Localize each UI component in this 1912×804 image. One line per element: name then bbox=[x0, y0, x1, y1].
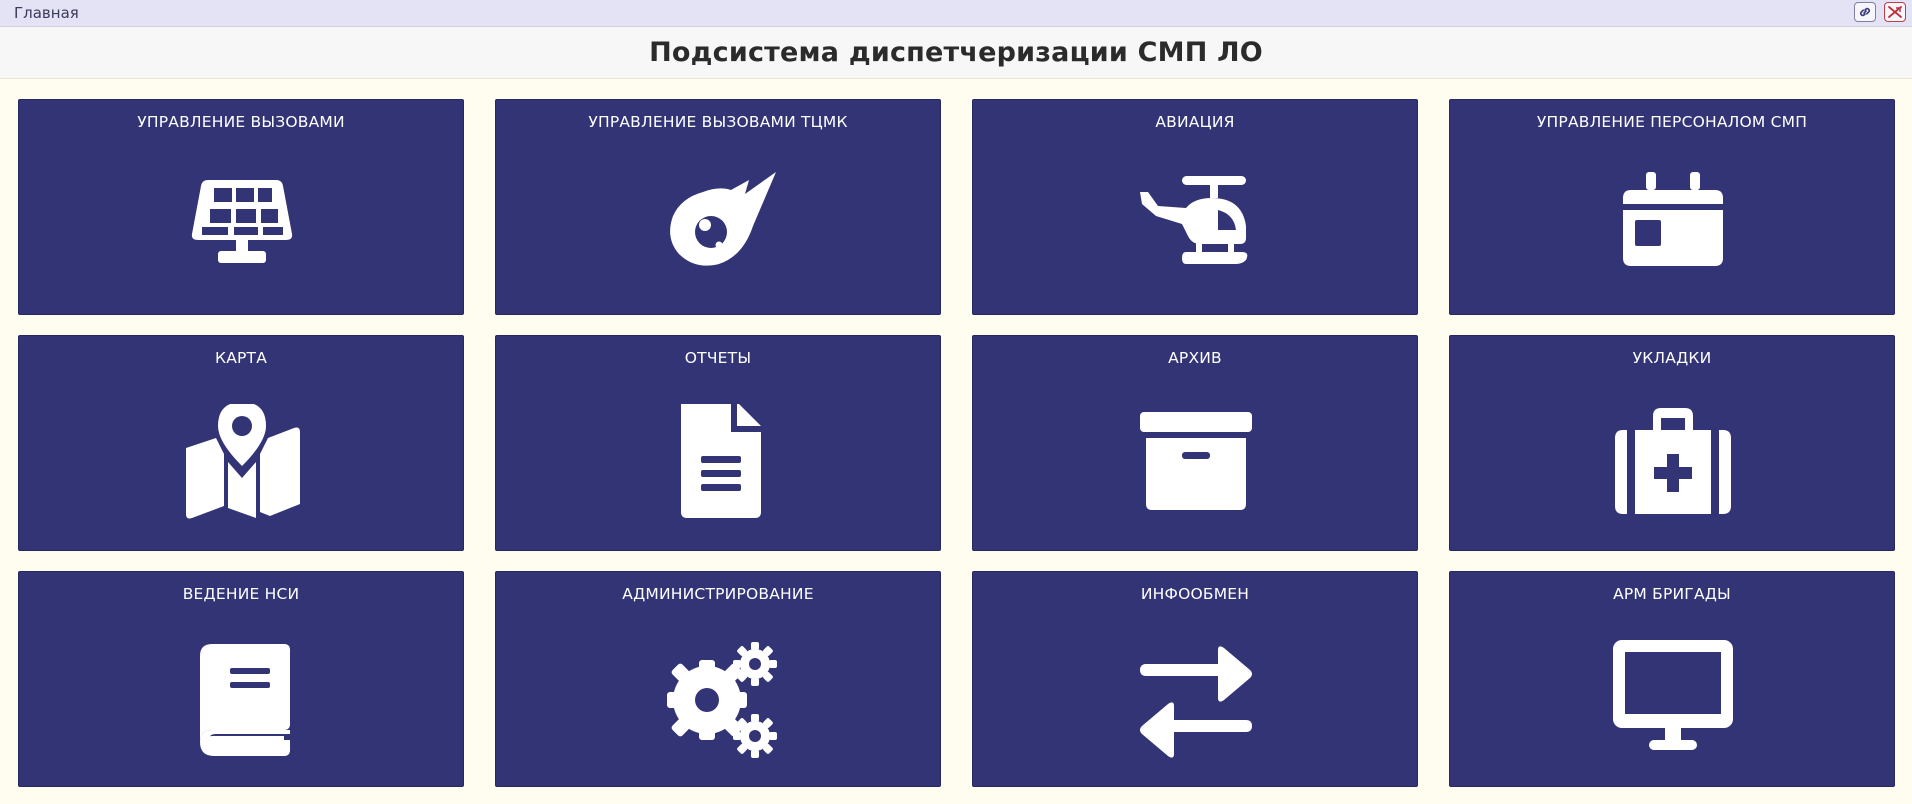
gears-icon bbox=[667, 642, 777, 758]
tile-label: УКЛАДКИ bbox=[1632, 349, 1712, 367]
meteor-icon bbox=[670, 172, 776, 266]
box-archive-icon bbox=[1140, 412, 1252, 510]
map-location-icon bbox=[186, 404, 300, 519]
tile-crew-workstation[interactable]: АРМ БРИГАДЫ bbox=[1449, 571, 1895, 787]
desktop-icon bbox=[1613, 640, 1733, 750]
medical-kit-icon bbox=[1615, 408, 1731, 514]
tile-kits[interactable]: УКЛАДКИ bbox=[1449, 335, 1895, 551]
right-left-arrows-icon bbox=[1140, 646, 1252, 758]
tile-label: УПРАВЛЕНИЕ ВЫЗОВАМИ bbox=[137, 113, 345, 131]
tile-call-management[interactable]: УПРАВЛЕНИЕ ВЫЗОВАМИ bbox=[18, 99, 464, 315]
exit-button[interactable] bbox=[1884, 2, 1906, 22]
link-button[interactable] bbox=[1854, 2, 1876, 22]
tile-map[interactable]: КАРТА bbox=[18, 335, 464, 551]
tile-reports[interactable]: ОТЧЕТЫ bbox=[495, 335, 941, 551]
page-title: Подсистема диспетчеризации СМП ЛО bbox=[649, 37, 1263, 68]
tile-label: ИНФООБМЕН bbox=[1140, 585, 1250, 603]
tile-info-exchange[interactable]: ИНФООБМЕН bbox=[972, 571, 1418, 787]
tile-label: АРМ БРИГАДЫ bbox=[1613, 585, 1731, 603]
tile-administration[interactable]: АДМИНИСТРИРОВАНИЕ bbox=[495, 571, 941, 787]
tile-tcmk-calls[interactable]: УПРАВЛЕНИЕ ВЫЗОВАМИ ТЦМК bbox=[495, 99, 941, 315]
tile-label: АДМИНИСТРИРОВАНИЕ bbox=[622, 585, 814, 603]
tile-aviation[interactable]: АВИАЦИЯ bbox=[972, 99, 1418, 315]
tile-label: УПРАВЛЕНИЕ ПЕРСОНАЛОМ СМП bbox=[1536, 113, 1808, 131]
solar-panel-icon bbox=[191, 180, 293, 263]
file-lines-icon bbox=[681, 404, 761, 518]
tile-reference-data[interactable]: ВЕДЕНИЕ НСИ bbox=[18, 571, 464, 787]
page-header: Подсистема диспетчеризации СМП ЛО bbox=[0, 27, 1912, 79]
tile-label: АВИАЦИЯ bbox=[1155, 113, 1235, 131]
tile-label: УПРАВЛЕНИЕ ВЫЗОВАМИ ТЦМК bbox=[588, 113, 848, 131]
calendar-day-icon bbox=[1623, 172, 1723, 266]
tile-label: ОТЧЕТЫ bbox=[684, 349, 752, 367]
book-icon bbox=[200, 644, 290, 756]
tile-label: ВЕДЕНИЕ НСИ bbox=[182, 585, 300, 603]
helicopter-icon bbox=[1140, 176, 1248, 264]
exit-icon bbox=[1888, 6, 1902, 18]
tile-staff-management[interactable]: УПРАВЛЕНИЕ ПЕРСОНАЛОМ СМП bbox=[1449, 99, 1895, 315]
breadcrumb[interactable]: Главная bbox=[14, 4, 79, 22]
tile-archive[interactable]: АРХИВ bbox=[972, 335, 1418, 551]
tile-label: АРХИВ bbox=[1168, 349, 1222, 367]
tile-label: КАРТА bbox=[214, 349, 268, 367]
top-bar: Главная bbox=[0, 0, 1912, 27]
link-icon bbox=[1860, 7, 1870, 17]
